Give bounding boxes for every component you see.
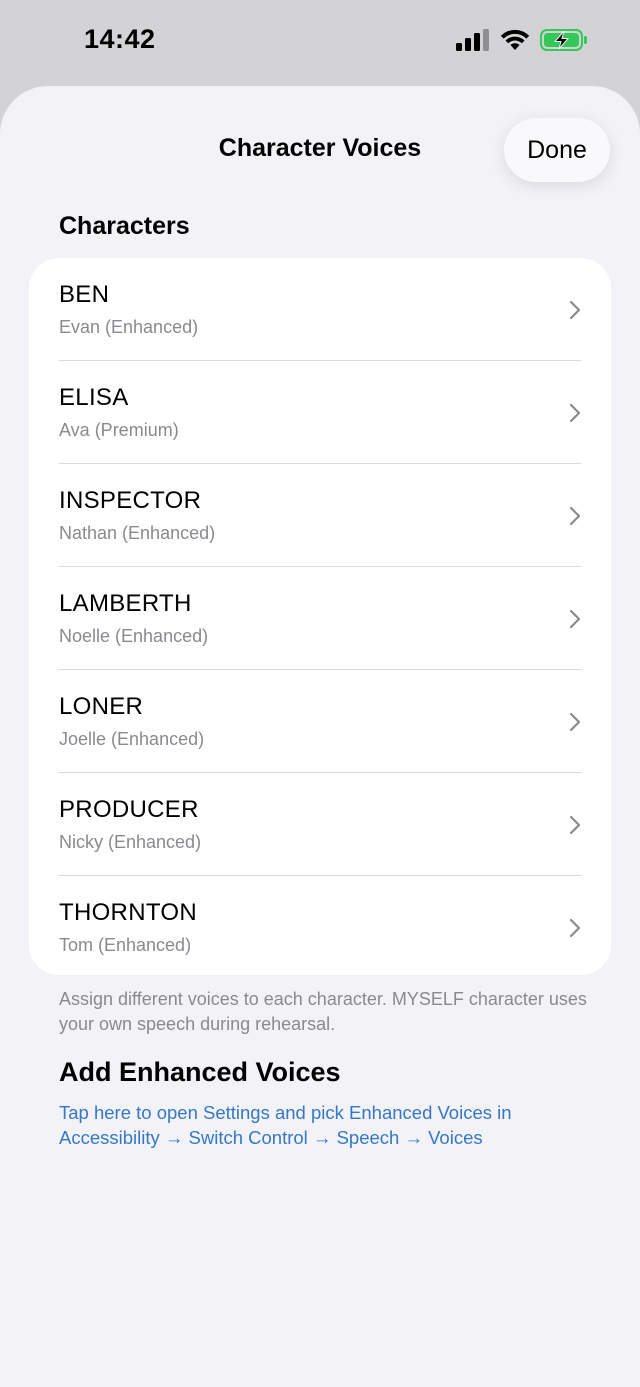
done-button[interactable]: Done: [504, 118, 610, 182]
character-row-loner[interactable]: LONER Joelle (Enhanced): [29, 670, 611, 773]
chevron-right-icon: [569, 609, 581, 629]
character-row-ben[interactable]: BEN Evan (Enhanced): [29, 258, 611, 361]
character-voice: Joelle (Enhanced): [59, 729, 205, 749]
character-row-elisa[interactable]: ELISA Ava (Premium): [29, 361, 611, 464]
character-voice: Evan (Enhanced): [59, 317, 199, 337]
characters-section-footer: Assign different voices to each characte…: [59, 989, 587, 1034]
character-name: LAMBERTH: [59, 590, 192, 617]
character-row-lamberth[interactable]: LAMBERTH Noelle (Enhanced): [29, 567, 611, 670]
chevron-right-icon: [569, 403, 581, 423]
character-voices-sheet: Character Voices Done Characters BEN Eva…: [0, 86, 640, 1387]
status-bar: 14:42: [0, 0, 640, 86]
character-name: PRODUCER: [59, 796, 199, 823]
character-row-thornton[interactable]: THORNTON Tom (Enhanced): [29, 876, 611, 975]
chevron-right-icon: [569, 918, 581, 938]
chevron-right-icon: [569, 300, 581, 320]
battery-charging-icon: [540, 29, 587, 51]
characters-list: BEN Evan (Enhanced) ELISA Ava (Premium) …: [29, 258, 611, 975]
chevron-right-icon: [569, 506, 581, 526]
character-name: LONER: [59, 693, 144, 720]
cellular-signal-icon: [456, 29, 489, 51]
character-name: ELISA: [59, 384, 129, 411]
character-voice: Noelle (Enhanced): [59, 626, 209, 646]
character-voice: Tom (Enhanced): [59, 935, 192, 955]
character-voice: Nathan (Enhanced): [59, 523, 216, 543]
add-enhanced-voices-title: Add Enhanced Voices: [59, 1057, 341, 1087]
characters-section-header: Characters: [59, 212, 190, 240]
character-name: BEN: [59, 281, 110, 308]
open-settings-link[interactable]: Tap here to open Settings and pick Enhan…: [59, 1100, 579, 1150]
wifi-icon: [500, 29, 530, 50]
character-name: THORNTON: [59, 899, 197, 926]
character-row-producer[interactable]: PRODUCER Nicky (Enhanced): [29, 773, 611, 876]
character-voice: Ava (Premium): [59, 420, 179, 440]
status-icons: [456, 28, 588, 52]
chevron-right-icon: [569, 815, 581, 835]
character-name: INSPECTOR: [59, 487, 202, 514]
chevron-right-icon: [569, 712, 581, 732]
character-voice: Nicky (Enhanced): [59, 832, 202, 852]
status-time: 14:42: [84, 24, 156, 54]
character-row-inspector[interactable]: INSPECTOR Nathan (Enhanced): [29, 464, 611, 567]
